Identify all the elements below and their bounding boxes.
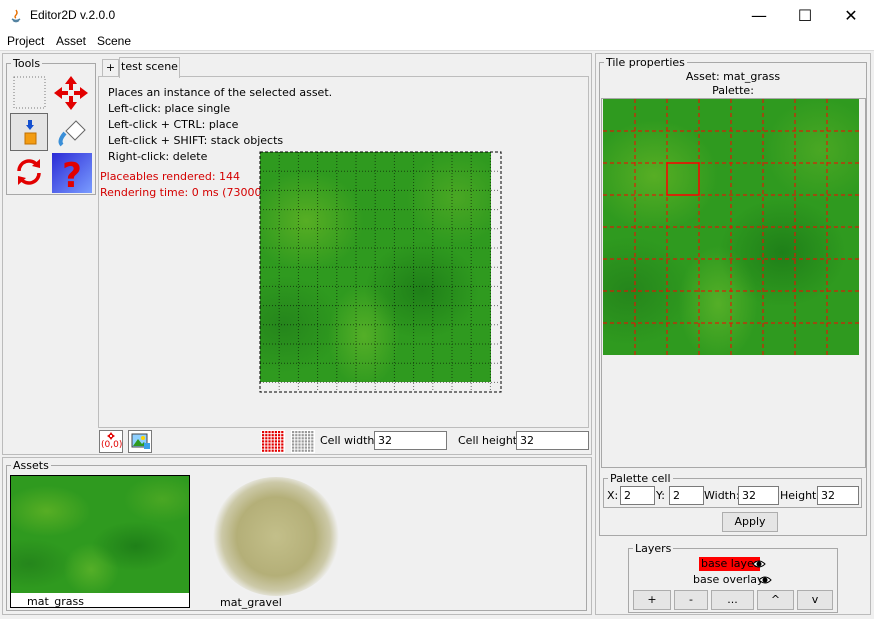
asset-name: mat_grass	[27, 595, 84, 608]
origin-label: (0,0)	[101, 440, 123, 450]
background-image-button[interactable]	[128, 430, 152, 453]
move-layer-up-button[interactable]: ^	[757, 590, 794, 610]
palette-grid	[603, 99, 859, 355]
tile-properties-legend: Tile properties	[606, 56, 685, 69]
help-text-line: Right-click: delete	[108, 150, 208, 163]
tab-test-scene[interactable]: test scene	[119, 57, 180, 78]
asset-thumbnail	[11, 476, 189, 593]
rendering-time-stat: Rendering time: 0 ms (73000 ns)	[100, 186, 282, 199]
height-label: Height:	[780, 489, 821, 502]
svg-text:?: ?	[62, 156, 82, 193]
remove-layer-button[interactable]: -	[674, 590, 708, 610]
maximize-button[interactable]: ☐	[782, 0, 828, 31]
width-input[interactable]: 32	[738, 486, 779, 505]
minimize-button[interactable]: —	[736, 0, 782, 31]
grid-red-icon	[261, 430, 285, 453]
cell-height-input[interactable]: 32	[516, 431, 589, 450]
refresh-icon	[17, 159, 41, 185]
asset-name[interactable]: mat_gravel	[220, 596, 282, 609]
reset-origin-button[interactable]: (0,0)	[99, 430, 123, 453]
layer-name: base overlay	[693, 573, 764, 586]
layer-name: base layer	[701, 557, 759, 570]
help-text-line: Left-click + CTRL: place	[108, 118, 239, 131]
layer-item-base-overlay[interactable]: base overlay	[693, 573, 764, 587]
new-scene-tab-button[interactable]: +	[102, 59, 119, 77]
move-tool[interactable]	[52, 74, 90, 112]
palette-cell-legend: Palette cell	[610, 472, 671, 485]
x-label: X:	[607, 489, 619, 502]
menu-scene[interactable]: Scene	[97, 34, 131, 48]
tools-legend: Tools	[13, 57, 41, 70]
palette-label: Palette:	[712, 84, 754, 97]
place-asset-icon	[24, 120, 37, 145]
image-icon	[131, 433, 150, 449]
help-text-line: Left-click + SHIFT: stack objects	[108, 134, 284, 147]
show-grid-button[interactable]	[261, 430, 285, 453]
cell-width-input[interactable]: 32	[374, 431, 447, 450]
cell-height-label: Cell height:	[458, 434, 521, 447]
close-button[interactable]: ✕	[828, 0, 874, 31]
asset-tile-mat-grass[interactable]: mat_grass	[10, 475, 190, 608]
help-icon: ?	[52, 153, 92, 196]
grid-gray-icon	[291, 430, 315, 453]
eye-icon[interactable]	[752, 558, 766, 570]
move-arrows-icon	[54, 76, 88, 110]
layers-legend: Layers	[635, 542, 672, 555]
place-tool[interactable]	[10, 113, 48, 151]
window-title: Editor2D v.2.0.0	[30, 8, 116, 22]
help-tool[interactable]: ?	[52, 153, 92, 196]
paint-bucket-icon	[58, 120, 86, 147]
menu-bar	[0, 31, 874, 51]
placeables-rendered-stat: Placeables rendered: 144	[100, 170, 241, 183]
apply-button[interactable]: Apply	[722, 512, 778, 532]
layer-options-button[interactable]: ...	[711, 590, 754, 610]
eye-icon[interactable]	[758, 574, 772, 586]
menu-project[interactable]: Project	[7, 34, 44, 48]
java-app-icon	[11, 9, 21, 23]
y-input[interactable]: 2	[669, 486, 704, 505]
width-label: Width:	[704, 489, 740, 502]
scene-grid-lines	[259, 151, 502, 393]
add-layer-button[interactable]: +	[633, 590, 671, 610]
y-label: Y:	[656, 489, 665, 502]
refresh-tool[interactable]	[10, 153, 48, 191]
selected-palette-cell	[666, 162, 700, 196]
asset-name-line: Asset: mat_grass	[685, 70, 781, 83]
hide-grid-button[interactable]	[291, 430, 315, 453]
fill-tool[interactable]	[52, 113, 90, 151]
help-text-line: Places an instance of the selected asset…	[108, 86, 333, 99]
select-tool[interactable]	[11, 74, 49, 112]
help-text-line: Left-click: place single	[108, 102, 231, 115]
asset-thumbnail-gravel[interactable]	[212, 477, 340, 596]
cell-width-label: Cell width:	[320, 434, 379, 447]
x-input[interactable]: 2	[620, 486, 655, 505]
menu-asset[interactable]: Asset	[56, 34, 86, 48]
height-input[interactable]: 32	[817, 486, 859, 505]
move-layer-down-button[interactable]: v	[797, 590, 833, 610]
assets-legend: Assets	[13, 459, 49, 472]
